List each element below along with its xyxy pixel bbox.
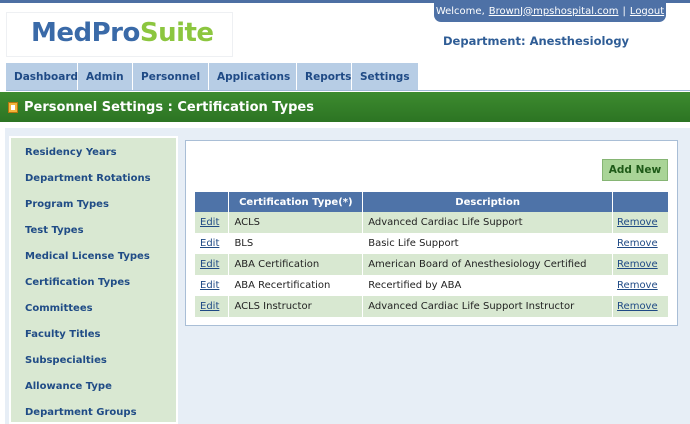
sidebar-item-allowance-type[interactable]: Allowance Type: [25, 381, 112, 392]
description-cell: Advanced Cardiac Life Support Instructor: [362, 296, 614, 317]
remove-cell: Remove: [612, 296, 669, 317]
tab-settings[interactable]: Settings: [352, 63, 419, 90]
edit-link[interactable]: Edit: [200, 301, 219, 312]
certification-type-cell: ABA Recertification: [228, 275, 364, 296]
description-cell: Advanced Cardiac Life Support: [362, 212, 614, 233]
user-email-link[interactable]: BrownJ@mpshospital.com: [489, 6, 619, 17]
welcome-separator: |: [622, 5, 626, 17]
page-title: Personnel Settings : Certification Types: [24, 99, 314, 115]
edit-link[interactable]: Edit: [200, 280, 219, 291]
table-row: Edit ACLS Advanced Cardiac Life Support …: [195, 212, 669, 233]
description-cell: Basic Life Support: [362, 233, 614, 254]
description-cell: American Board of Anesthesiology Certifi…: [362, 254, 614, 275]
certification-type-cell: ACLS: [228, 212, 364, 233]
column-header-description[interactable]: Description: [362, 192, 614, 212]
edit-cell: Edit: [195, 233, 230, 254]
remove-link[interactable]: Remove: [617, 301, 658, 312]
department-label: Department: Anesthesiology: [443, 34, 630, 48]
nav-divider: [6, 90, 690, 91]
remove-link[interactable]: Remove: [617, 217, 658, 228]
edit-cell: Edit: [195, 212, 230, 233]
description-cell: Recertified by ABA: [362, 275, 614, 296]
edit-link[interactable]: Edit: [200, 259, 219, 270]
column-header-remove: [612, 192, 669, 212]
brand-part-2: Suite: [139, 18, 214, 48]
table-row: Edit ACLS Instructor Advanced Cardiac Li…: [195, 296, 669, 317]
edit-link[interactable]: Edit: [200, 217, 219, 228]
remove-link[interactable]: Remove: [617, 238, 658, 249]
add-new-button[interactable]: Add New: [602, 159, 668, 181]
sidebar-item-faculty-titles[interactable]: Faculty Titles: [25, 329, 100, 340]
tab-admin[interactable]: Admin: [78, 63, 133, 90]
sidebar-item-residency-years[interactable]: Residency Years: [25, 147, 117, 158]
brand-part-1: MedPro: [31, 18, 140, 48]
certification-types-table: Certification Type(*) Description Edit A…: [195, 192, 669, 317]
sidebar-item-department-rotations[interactable]: Department Rotations: [25, 173, 151, 184]
brand-logo: MedProSuite: [31, 18, 214, 48]
table-row: Edit ABA Certification American Board of…: [195, 254, 669, 275]
tab-applications[interactable]: Applications: [209, 63, 297, 90]
edit-link[interactable]: Edit: [200, 238, 219, 249]
remove-cell: Remove: [612, 275, 669, 296]
tab-personnel[interactable]: Personnel: [133, 63, 209, 90]
tab-reports[interactable]: Reports: [297, 63, 352, 90]
certification-type-cell: ABA Certification: [228, 254, 364, 275]
edit-cell: Edit: [195, 254, 230, 275]
main-nav: Dashboard Admin Personnel Applications R…: [6, 63, 690, 90]
welcome-text: Welcome,: [435, 5, 485, 17]
sidebar-item-medical-license-types[interactable]: Medical License Types: [25, 251, 150, 262]
sidebar-item-committees[interactable]: Committees: [25, 303, 93, 314]
table-row: Edit ABA Recertification Recertified by …: [195, 275, 669, 296]
table-header-row: Certification Type(*) Description: [195, 192, 669, 212]
remove-link[interactable]: Remove: [617, 259, 658, 270]
edit-cell: Edit: [195, 275, 230, 296]
edit-cell: Edit: [195, 296, 230, 317]
remove-link[interactable]: Remove: [617, 280, 658, 291]
table-row: Edit BLS Basic Life Support Remove: [195, 233, 669, 254]
sidebar-item-subspecialties[interactable]: Subspecialties: [25, 355, 107, 366]
page-title-bar: Personnel Settings : Certification Types: [0, 92, 690, 122]
column-header-certification-type[interactable]: Certification Type(*): [228, 192, 364, 212]
certification-type-cell: ACLS Instructor: [228, 296, 364, 317]
remove-cell: Remove: [612, 254, 669, 275]
settings-sidebar: Residency Years Department Rotations Pro…: [9, 136, 178, 424]
sidebar-item-program-types[interactable]: Program Types: [25, 199, 109, 210]
column-header-edit: [195, 192, 230, 212]
logo-area: MedProSuite: [6, 12, 233, 57]
tab-dashboard[interactable]: Dashboard: [6, 63, 78, 90]
welcome-bar: Welcome, BrownJ@mpshospital.com | Logout: [434, 0, 666, 22]
certification-type-cell: BLS: [228, 233, 364, 254]
remove-cell: Remove: [612, 212, 669, 233]
sidebar-item-test-types[interactable]: Test Types: [25, 225, 84, 236]
sidebar-item-department-groups[interactable]: Department Groups: [25, 407, 137, 418]
document-icon: [8, 101, 18, 113]
sidebar-item-certification-types[interactable]: Certification Types: [25, 277, 130, 288]
logout-link[interactable]: Logout: [630, 6, 664, 17]
remove-cell: Remove: [612, 233, 669, 254]
